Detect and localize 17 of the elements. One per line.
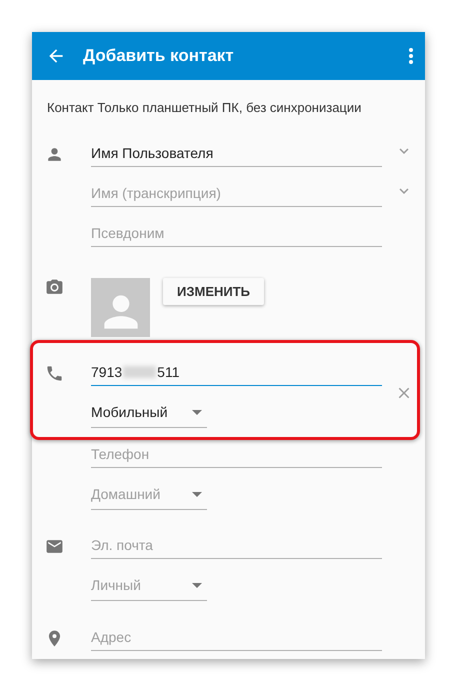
account-line: Контакт Только планшетный ПК, без синхронизации <box>46 99 362 117</box>
change-photo-button[interactable]: ИЗМЕНИТЬ <box>163 278 264 305</box>
text-field[interactable]: Адрес <box>91 629 382 651</box>
text-field[interactable]: Имя Пользователя <box>91 145 382 167</box>
text-field[interactable]: Телефон <box>91 446 382 468</box>
blur-patch <box>123 366 156 378</box>
text-field[interactable]: Эл. почта <box>91 537 382 559</box>
window-title: Добавить контакт <box>83 46 235 66</box>
dropdown-arrow-icon <box>192 582 202 588</box>
text-field[interactable]: Псевдоним <box>91 225 382 247</box>
phone-field[interactable]: 7913 511 <box>91 364 382 386</box>
dropdown-arrow-icon <box>192 410 202 414</box>
more-options-button[interactable] <box>409 48 413 64</box>
more-vert-icon <box>409 48 413 64</box>
text-field[interactable]: Имя (транскрипция) <box>91 185 382 207</box>
dropdown-arrow-icon <box>192 492 202 496</box>
type-dropdown[interactable]: Мобильный <box>91 403 207 428</box>
